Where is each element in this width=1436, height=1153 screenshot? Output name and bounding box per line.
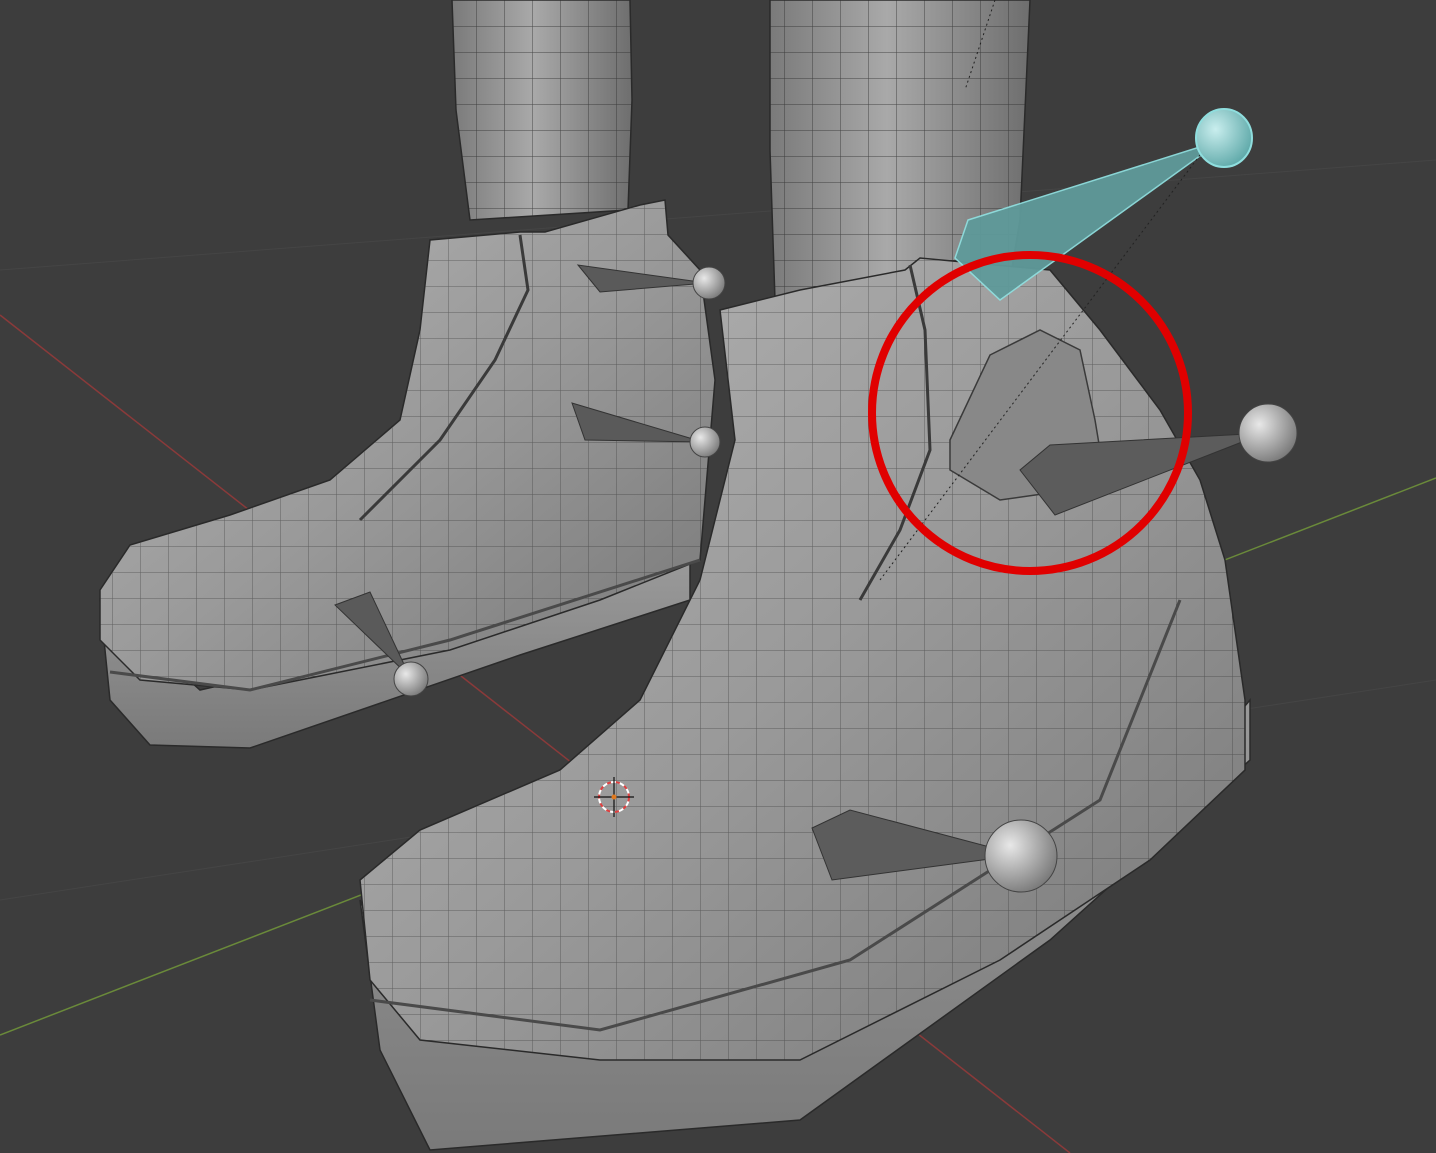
left-leg[interactable] xyxy=(451,0,633,221)
3d-viewport[interactable] xyxy=(0,0,1436,1153)
